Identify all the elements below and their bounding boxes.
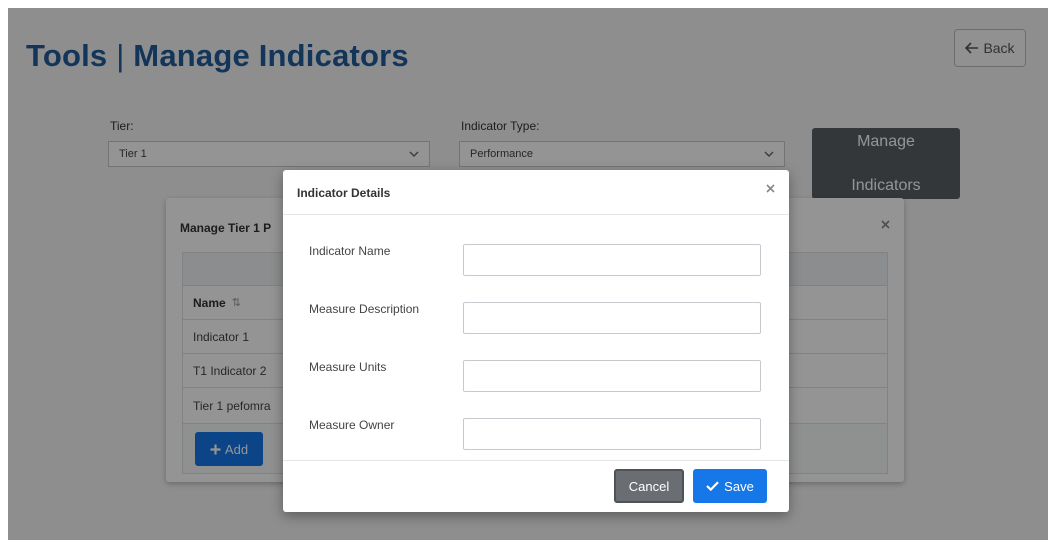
modal-footer: Cancel Save xyxy=(283,460,789,512)
measure-owner-label: Measure Owner xyxy=(309,418,395,432)
save-button-label: Save xyxy=(724,478,754,494)
cancel-button-label: Cancel xyxy=(628,478,670,494)
check-icon xyxy=(706,481,719,491)
measure-description-label: Measure Description xyxy=(309,302,420,316)
indicator-details-modal: Indicator Details Indicator Name Measure… xyxy=(283,170,789,512)
indicator-name-field[interactable] xyxy=(463,244,761,276)
modal-title: Indicator Details xyxy=(297,186,391,200)
measure-units-field[interactable] xyxy=(463,360,761,392)
close-icon[interactable] xyxy=(766,184,775,193)
measure-units-label: Measure Units xyxy=(309,360,387,374)
measure-description-field[interactable] xyxy=(463,302,761,334)
modal-header: Indicator Details xyxy=(283,170,789,215)
page-background: Tools | Manage Indicators Back Tier: Tie… xyxy=(8,8,1048,540)
measure-owner-field[interactable] xyxy=(463,418,761,450)
cancel-button[interactable]: Cancel xyxy=(614,469,684,503)
save-button[interactable]: Save xyxy=(693,469,767,503)
indicator-name-label: Indicator Name xyxy=(309,244,391,258)
